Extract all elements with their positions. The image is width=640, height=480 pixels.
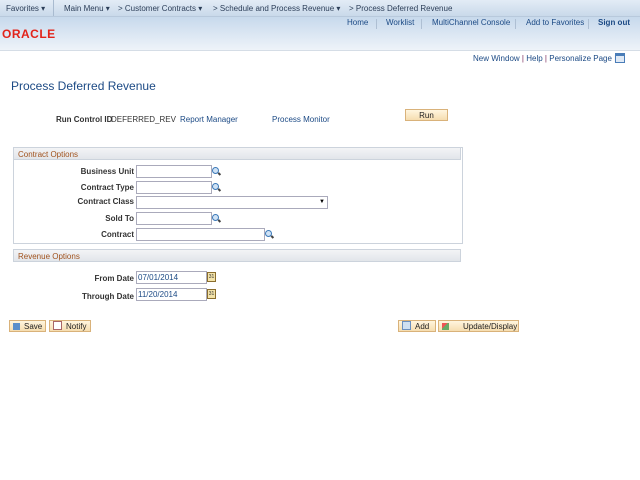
header: Home Worklist MultiChannel Console Add t… (0, 17, 640, 51)
chevron-down-icon: ▼ (319, 199, 325, 205)
add-button[interactable]: Add (398, 320, 436, 332)
update-display-label: Update/Display (463, 322, 518, 331)
notify-label: Notify (66, 322, 87, 331)
lookup-icon[interactable] (212, 183, 219, 190)
lookup-icon[interactable] (212, 167, 219, 174)
divider (515, 19, 516, 29)
run-control-label: Run Control ID (56, 115, 113, 124)
edit-icon (442, 323, 449, 330)
save-label: Save (24, 322, 43, 331)
personalize-page-link[interactable]: Personalize Page (549, 54, 612, 63)
run-control-value: DEFERRED_REV (111, 115, 176, 124)
contract-input[interactable] (136, 228, 265, 241)
divider: | (521, 54, 524, 63)
sold-to-label: Sold To (105, 214, 134, 223)
divider: | (544, 54, 547, 63)
sold-to-input[interactable] (136, 212, 212, 225)
grid-icon[interactable] (615, 53, 625, 63)
contract-options-title: Contract Options (13, 147, 461, 160)
sign-out-link[interactable]: Sign out (598, 18, 630, 27)
add-to-favorites-link[interactable]: Add to Favorites (526, 18, 584, 27)
save-button[interactable]: Save (9, 320, 46, 332)
divider (588, 19, 589, 29)
business-unit-label: Business Unit (80, 167, 134, 176)
run-button[interactable]: Run (405, 109, 448, 121)
contract-class-label: Contract Class (77, 197, 134, 206)
through-date-input[interactable]: 11/20/2014 (136, 288, 207, 301)
breadcrumb-customer-contracts[interactable]: > Customer Contracts ▾ (118, 4, 202, 13)
report-manager-link[interactable]: Report Manager (180, 115, 238, 124)
business-unit-input[interactable] (136, 165, 212, 178)
home-link[interactable]: Home (347, 18, 368, 27)
notify-icon (53, 321, 62, 330)
divider (421, 19, 422, 29)
contract-type-input[interactable] (136, 181, 212, 194)
calendar-icon[interactable]: 31 (207, 289, 216, 299)
from-date-label: From Date (94, 274, 134, 283)
worklist-link[interactable]: Worklist (386, 18, 414, 27)
breadcrumb-schedule-process-revenue[interactable]: > Schedule and Process Revenue ▾ (213, 4, 340, 13)
contract-label: Contract (101, 230, 134, 239)
favorites-menu[interactable]: Favorites ▾ (6, 4, 45, 13)
lookup-icon[interactable] (212, 214, 219, 221)
lookup-icon[interactable] (265, 230, 272, 237)
breadcrumb-process-deferred-revenue: > Process Deferred Revenue (349, 4, 453, 13)
contract-type-label: Contract Type (80, 183, 134, 192)
notify-button[interactable]: Notify (49, 320, 91, 332)
divider (53, 0, 54, 16)
update-display-button[interactable]: Update/Display (438, 320, 519, 332)
main-menu[interactable]: Main Menu ▾ (64, 4, 110, 13)
help-link[interactable]: Help (526, 54, 542, 63)
divider (376, 19, 377, 29)
revenue-options-title: Revenue Options (13, 249, 461, 262)
calendar-icon[interactable]: 31 (207, 272, 216, 282)
save-icon (13, 323, 20, 330)
oracle-logo: ORACLE (2, 27, 56, 41)
page-title: Process Deferred Revenue (11, 79, 156, 93)
new-window-link[interactable]: New Window (473, 54, 520, 63)
contract-class-select[interactable]: ▼ (136, 196, 328, 209)
from-date-input[interactable]: 07/01/2014 (136, 271, 207, 284)
process-monitor-link[interactable]: Process Monitor (272, 115, 330, 124)
add-label: Add (415, 322, 430, 331)
add-icon (402, 321, 411, 330)
navigation-bar: Favorites ▾ Main Menu ▾ > Customer Contr… (0, 0, 640, 17)
multichannel-console-link[interactable]: MultiChannel Console (432, 18, 510, 27)
through-date-label: Through Date (82, 292, 134, 301)
